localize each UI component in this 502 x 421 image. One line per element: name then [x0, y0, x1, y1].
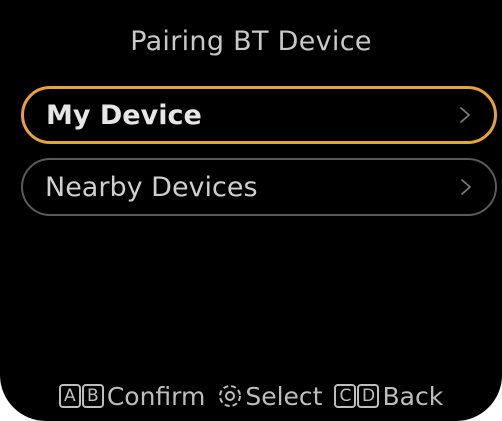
chevron-right-icon — [459, 177, 473, 197]
key-a-icon: A — [58, 384, 81, 408]
key-c-icon: C — [334, 384, 357, 408]
key-b-icon: B — [81, 384, 104, 408]
menu-item-nearby-devices[interactable]: Nearby Devices — [21, 158, 497, 216]
select-label: Select — [245, 381, 323, 411]
menu-item-my-device[interactable]: My Device — [21, 86, 497, 144]
page-title: Pairing BT Device — [130, 26, 372, 57]
back-label: Back — [382, 381, 444, 411]
menu-item-label: Nearby Devices — [45, 171, 258, 203]
chevron-right-icon — [458, 105, 472, 125]
select-hint: Select — [217, 382, 322, 411]
confirm-label: Confirm — [106, 381, 206, 411]
menu-item-label: My Device — [46, 99, 202, 131]
button-hints-bar: A B Confirm Select C D Back — [0, 378, 502, 414]
device-screen: Pairing BT Device My Device Nearby Devic… — [0, 0, 502, 421]
dial-icon — [217, 383, 243, 409]
confirm-hint: A B Confirm — [58, 381, 206, 411]
key-d-icon: D — [357, 384, 380, 408]
back-hint: C D Back — [334, 382, 443, 411]
